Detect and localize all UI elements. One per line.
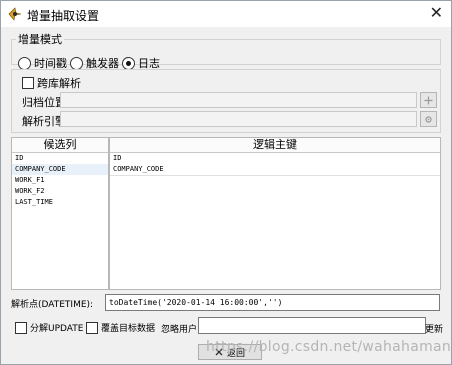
list-item[interactable]: COMPANY_CODE [110,164,440,176]
checkbox-icon [86,321,98,334]
close-icon[interactable]: ✕ [430,4,443,22]
archive-location-field[interactable] [60,92,417,108]
split-update-checkbox[interactable]: 分解UPDATE [15,321,83,334]
window-title: 增量抽取设置 [27,9,100,23]
ignore-user-input[interactable] [198,317,426,334]
list-item[interactable]: ID [110,153,440,164]
watermark-text: https://blog.csdn.net/wahahaman [206,339,452,355]
logical-keys-header: 逻辑主键 [110,138,440,153]
parse-point-label: 解析点(DATETIME): [11,300,94,310]
overwrite-target-label: 覆盖目标数据 [101,324,156,334]
overwrite-target-checkbox[interactable]: 覆盖目标数据 [86,321,155,334]
cross-db-group: 跨库解析 归档位置: 解析引擎: [11,69,441,133]
radio-circle-icon [70,56,83,70]
mode-legend: 增量模式 [18,33,62,46]
list-item[interactable]: WORK_F2 [12,186,108,197]
radio-circle-icon [18,56,31,70]
dialog-window: 增量抽取设置 ✕ 增量模式 时间戳 触发器 日志 跨库解析 归档位置: 解析引擎… [0,0,452,365]
list-item[interactable]: LAST_TIME [12,197,108,208]
ignore-user-label: 忽略用户 [161,325,198,335]
update-label: 更新 [425,325,444,335]
split-update-label: 分解UPDATE [30,324,84,334]
list-item[interactable]: WORK_F1 [12,175,108,186]
radio-selected-icon [122,56,135,70]
list-item[interactable]: COMPANY_CODE [12,164,108,175]
candidate-columns-header: 候选列 [12,138,108,153]
cross-db-checkbox[interactable]: 跨库解析 [22,75,81,91]
app-logo-icon [8,7,22,21]
checkbox-icon [22,77,34,89]
logical-keys-list[interactable]: 逻辑主键 ID COMPANY_CODE [109,137,441,290]
checkbox-icon [15,321,27,334]
plus-icon [424,96,433,104]
parse-engine-field[interactable] [60,111,417,127]
gear-icon [425,115,432,123]
mode-group: 增量模式 时间戳 触发器 日志 [11,31,441,70]
candidate-columns-list[interactable]: 候选列 ID COMPANY_CODE WORK_F1 WORK_F2 LAST… [11,137,109,290]
parse-point-input[interactable]: toDateTime('2020-01-14 16:00:00','') [105,294,440,311]
list-item[interactable]: ID [12,153,108,164]
cross-db-label: 跨库解析 [37,77,81,90]
add-archive-button[interactable] [420,92,437,108]
engine-settings-button[interactable] [420,111,437,127]
title-bar: 增量抽取设置 ✕ [1,1,451,27]
